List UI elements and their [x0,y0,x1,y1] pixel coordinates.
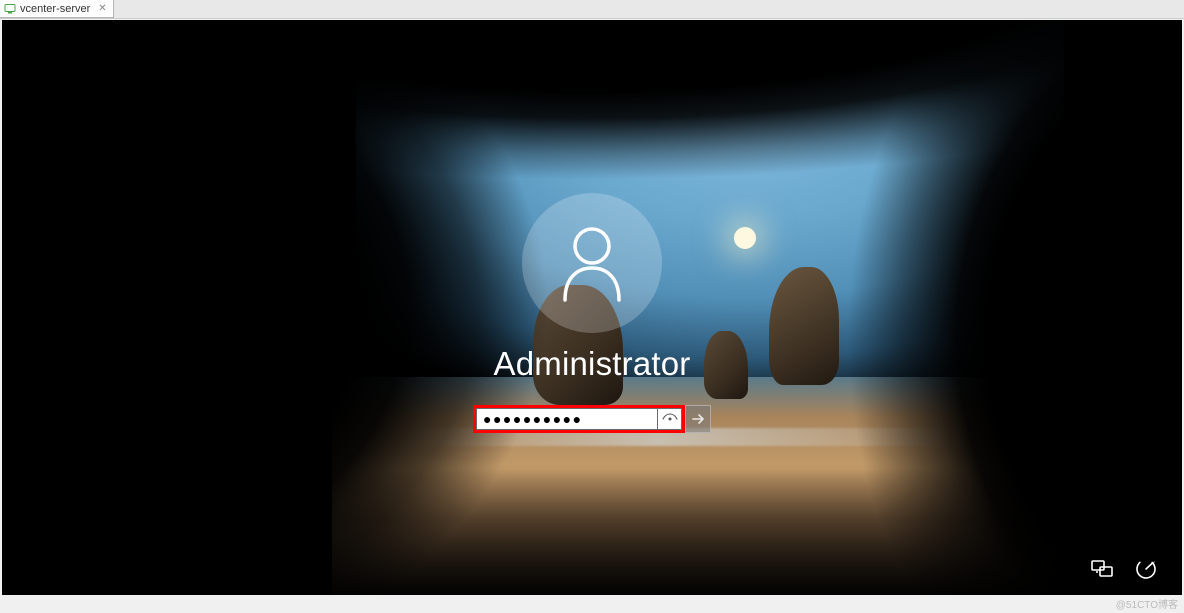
monitor-icon [4,3,16,15]
vm-console: Administrator [2,20,1182,595]
reveal-password-button[interactable] [658,408,682,430]
password-row [473,405,711,433]
network-button[interactable] [1088,555,1116,583]
arrow-right-icon [690,411,706,427]
close-icon[interactable]: ✕ [98,3,106,14]
ease-of-access-button[interactable] [1132,555,1160,583]
eye-icon [662,413,678,425]
username-label: Administrator [494,345,691,383]
watermark: @51CTO博客 [1116,596,1178,611]
network-icon [1090,559,1114,579]
password-highlight [473,405,685,433]
ease-of-access-icon [1135,558,1157,580]
avatar [522,193,662,333]
tab-label: vcenter-server [20,3,90,15]
login-corner-controls [1088,555,1160,583]
user-icon [557,224,627,302]
tab-bar: vcenter-server ✕ [0,0,1184,19]
submit-button[interactable] [685,405,711,433]
login-screen: Administrator [2,20,1182,595]
console-tab[interactable]: vcenter-server ✕ [0,0,114,18]
password-input[interactable] [476,408,658,430]
